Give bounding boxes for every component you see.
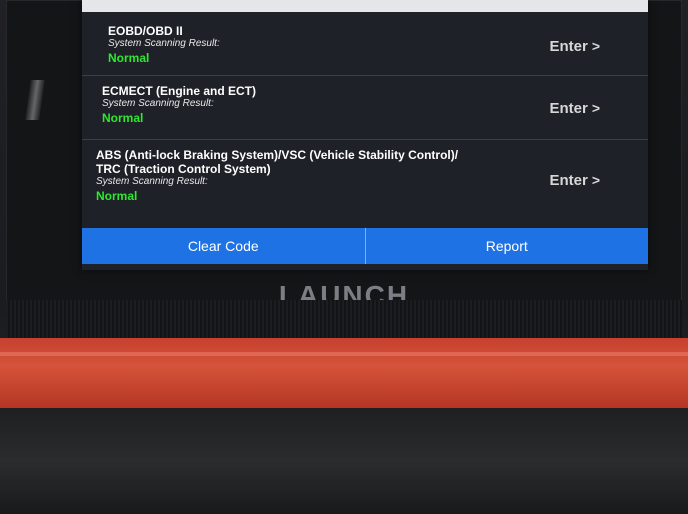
header-strip bbox=[82, 0, 648, 12]
scan-result-screen: EOBD/OBD II System Scanning Result: Norm… bbox=[82, 0, 648, 270]
chevron-right-icon: > bbox=[591, 172, 600, 188]
enter-button[interactable]: Enter > bbox=[549, 38, 600, 55]
system-item-eobd[interactable]: EOBD/OBD II System Scanning Result: Norm… bbox=[82, 14, 648, 76]
rubber-case-highlight bbox=[0, 352, 688, 356]
scene: EOBD/OBD II System Scanning Result: Norm… bbox=[0, 0, 688, 514]
chevron-right-icon: > bbox=[591, 38, 600, 54]
enter-button[interactable]: Enter > bbox=[549, 172, 600, 189]
system-name: ECMECT (Engine and ECT) bbox=[102, 84, 256, 98]
report-button[interactable]: Report bbox=[364, 228, 648, 264]
chevron-right-icon: > bbox=[591, 100, 600, 116]
rubber-case bbox=[0, 338, 688, 408]
background-surface bbox=[0, 408, 688, 514]
enter-button[interactable]: Enter > bbox=[549, 100, 600, 117]
system-list: EOBD/OBD II System Scanning Result: Norm… bbox=[82, 14, 648, 218]
system-item-ecmect[interactable]: ECMECT (Engine and ECT) System Scanning … bbox=[82, 76, 648, 140]
clear-code-button[interactable]: Clear Code bbox=[82, 228, 365, 264]
system-name: EOBD/OBD II bbox=[108, 24, 183, 38]
system-name-line1: ABS (Anti-lock Braking System)/VSC (Vehi… bbox=[96, 148, 459, 162]
bezel-grip-texture bbox=[6, 300, 682, 338]
system-item-abs[interactable]: ABS (Anti-lock Braking System)/VSC (Vehi… bbox=[82, 140, 648, 218]
action-bar: Clear Code Report bbox=[82, 228, 648, 264]
status-text: Normal bbox=[96, 189, 138, 203]
